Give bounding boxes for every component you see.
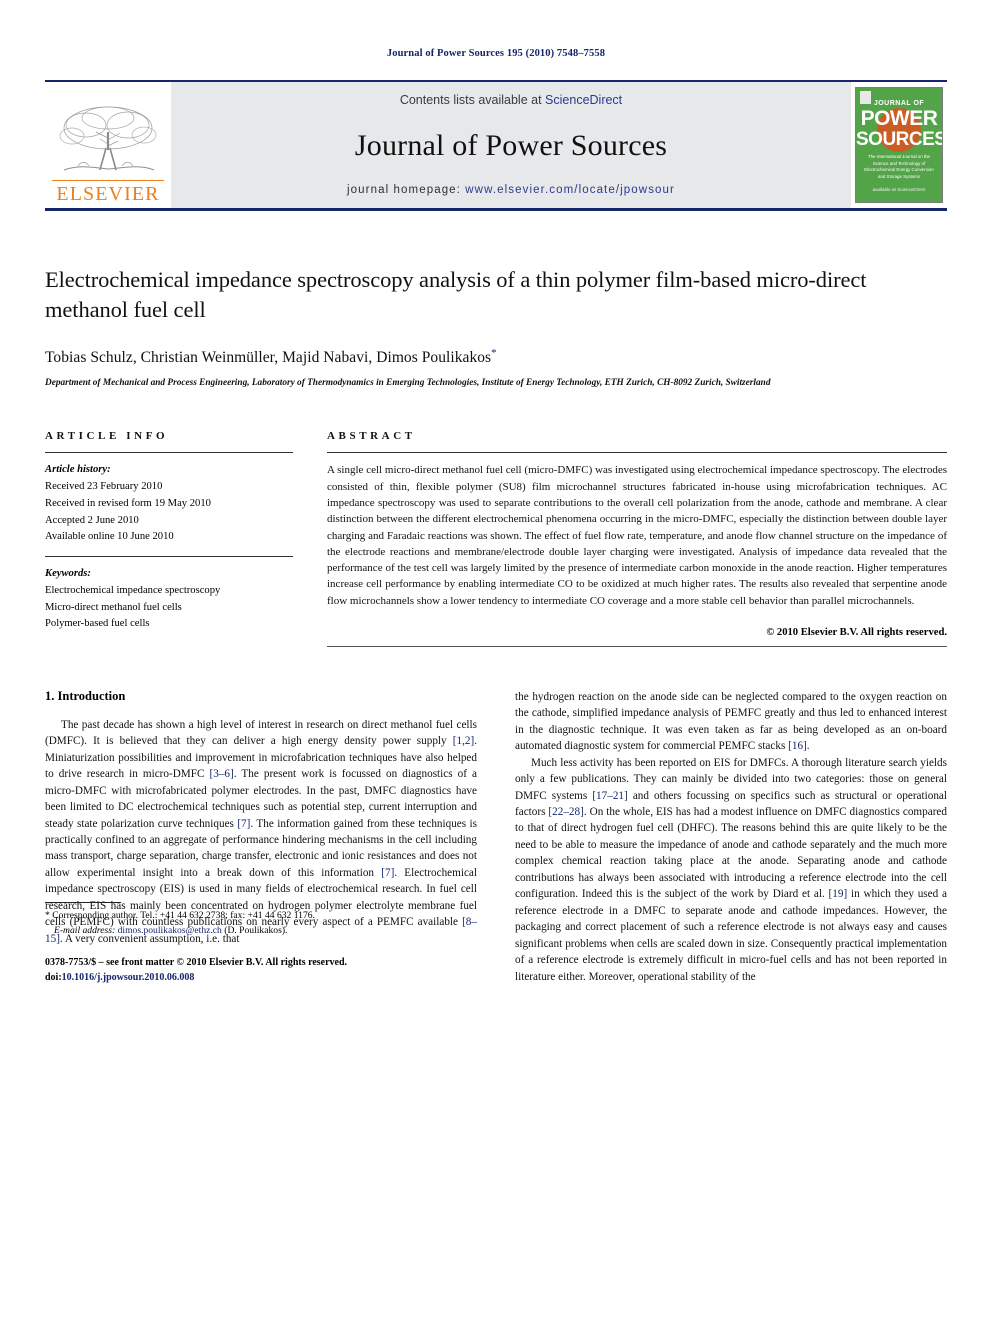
body-column-left: 1. Introduction The past decade has show…: [45, 689, 477, 985]
elsevier-tree-icon: [59, 106, 157, 170]
cover-bottom-text: available at ScienceDirect: [872, 186, 926, 192]
paragraph: Much less activity has been reported on …: [515, 755, 947, 985]
paragraph-text: the hydrogen reaction on the anode side …: [515, 690, 947, 753]
author-list: Tobias Schulz, Christian Weinmüller, Maj…: [45, 347, 947, 367]
history-item: Received 23 February 2010: [45, 481, 163, 493]
footnote-area: * Corresponding author. Tel.: +41 44 632…: [45, 902, 477, 985]
body-column-right: the hydrogen reaction on the anode side …: [515, 689, 947, 985]
cover-line-journal-of: JOURNAL OF: [873, 100, 925, 107]
journal-homepage-line: journal homepage: www.elsevier.com/locat…: [347, 184, 675, 196]
cover-image: JOURNAL OF POWER SOURCES The Internation…: [855, 87, 943, 203]
journal-title: Journal of Power Sources: [354, 128, 668, 162]
email-label: E-mail address:: [54, 924, 116, 936]
homepage-prefix: journal homepage:: [347, 184, 461, 196]
cover-line-sources: SOURCES: [856, 129, 943, 150]
paper-page: Journal of Power Sources 195 (2010) 7548…: [0, 0, 992, 1323]
email-owner: (D. Poulikakos).: [224, 924, 288, 936]
doi-label: doi:: [45, 971, 62, 983]
section-heading-introduction: 1. Introduction: [45, 688, 126, 703]
history-item: Accepted 2 June 2010: [45, 514, 139, 526]
history-item: Available online 10 June 2010: [45, 531, 174, 543]
cover-line-power: POWER: [860, 107, 938, 130]
abstract-bottom-rule: [327, 645, 947, 647]
paragraph: the hydrogen reaction on the anode side …: [515, 689, 947, 755]
masthead-center: Contents lists available at ScienceDirec…: [171, 82, 851, 208]
email-link[interactable]: dimos.poulikakos@ethz.ch: [118, 925, 222, 936]
article-info-rule: [45, 452, 293, 454]
journal-masthead: ELSEVIER Contents lists available at Sci…: [45, 80, 947, 208]
paragraph-text: Much less activity has been reported on …: [515, 756, 947, 983]
article-info-heading: ARTICLE INFO: [45, 430, 169, 443]
corresponding-author-marker: *: [491, 346, 497, 359]
keywords-rule: [45, 556, 293, 558]
keywords-group: Keywords: Electrochemical impedance spec…: [45, 556, 293, 633]
copyright-line: © 2010 Elsevier B.V. All rights reserved…: [766, 626, 947, 638]
info-abstract-region: ARTICLE INFO Article history: Received 2…: [45, 430, 947, 647]
homepage-url-link[interactable]: www.elsevier.com/locate/jpowsour: [465, 184, 675, 196]
keywords-label: Keywords:: [45, 568, 91, 580]
abstract-column: ABSTRACT A single cell micro-direct meth…: [327, 430, 947, 647]
cover-subtitle: The International Journal on the Science…: [864, 154, 934, 179]
running-head: Journal of Power Sources 195 (2010) 7548…: [386, 48, 606, 59]
keyword-item: Polymer-based fuel cells: [45, 618, 150, 630]
article-history-group: Article history: Received 23 February 20…: [45, 462, 293, 546]
keyword-item: Micro-direct methanol fuel cells: [45, 601, 182, 613]
article-history-label: Article history:: [45, 464, 111, 476]
footnote-rule: [45, 902, 121, 904]
affiliation: Department of Mechanical and Process Eng…: [45, 378, 771, 388]
front-matter-block: 0378-7753/$ – see front matter © 2010 El…: [45, 956, 477, 985]
keyword-item: Electrochemical impedance spectroscopy: [45, 584, 221, 596]
issn-frontmatter: 0378-7753/$ – see front matter © 2010 El…: [45, 957, 348, 969]
sciencedirect-link[interactable]: ScienceDirect: [545, 93, 622, 107]
journal-cover-thumbnail: JOURNAL OF POWER SOURCES The Internation…: [851, 82, 947, 208]
abstract-text: A single cell micro-direct methanol fuel…: [327, 464, 947, 607]
doi-line: doi:10.1016/j.jpowsour.2010.06.008: [45, 971, 477, 986]
title-block: Electrochemical impedance spectroscopy a…: [45, 265, 947, 390]
contents-list-line: Contents lists available at ScienceDirec…: [400, 93, 622, 107]
elsevier-logo: ELSEVIER: [45, 82, 171, 208]
elsevier-wordmark: ELSEVIER: [56, 183, 160, 205]
author-names: Tobias Schulz, Christian Weinmüller, Maj…: [45, 349, 492, 366]
article-info-column: ARTICLE INFO Article history: Received 2…: [45, 430, 293, 646]
corresponding-author-note: * Corresponding author. Tel.: +41 44 632…: [45, 909, 477, 938]
masthead-bottom-rule: [45, 208, 947, 211]
page-title: Electrochemical impedance spectroscopy a…: [45, 267, 867, 322]
doi-link[interactable]: 10.1016/j.jpowsour.2010.06.008: [62, 972, 195, 983]
abstract-heading: ABSTRACT: [327, 430, 416, 443]
body-columns: 1. Introduction The past decade has show…: [45, 689, 947, 985]
history-item: Received in revised form 19 May 2010: [45, 497, 211, 509]
elsevier-rule: [52, 179, 164, 181]
abstract-rule: [327, 452, 947, 454]
corresponding-author-text: * Corresponding author. Tel.: +41 44 632…: [45, 910, 315, 922]
contents-prefix: Contents lists available at: [399, 93, 542, 107]
